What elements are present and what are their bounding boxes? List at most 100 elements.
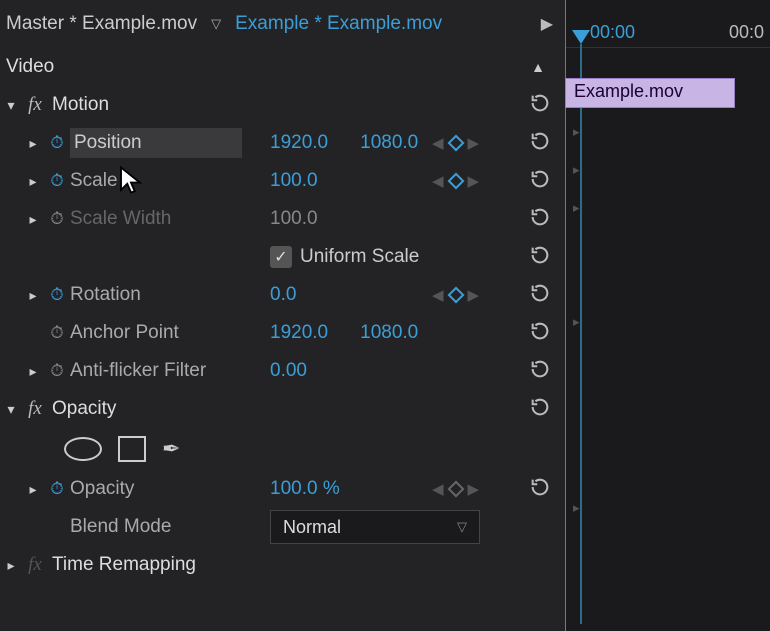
time-remapping-label: Time Remapping	[48, 554, 196, 576]
anchor-x-value[interactable]: 1920.0	[270, 322, 328, 344]
reset-opacity-icon[interactable]	[529, 476, 551, 503]
opacity-group-label: Opacity	[48, 398, 116, 420]
prop-uniform-scale: ▸ ✓ Uniform Scale	[0, 238, 565, 276]
reset-uniform-scale-icon[interactable]	[529, 244, 551, 271]
timecode-start: 00:00	[590, 22, 635, 43]
rect-mask-icon[interactable]	[118, 436, 146, 462]
playhead-icon[interactable]	[572, 30, 590, 44]
video-label: Video	[6, 56, 54, 78]
video-section-header: Video ▲	[0, 48, 565, 86]
twisty-open-icon[interactable]: ▾	[0, 97, 22, 114]
prop-scale[interactable]: ▸ ⏱ Scale 100.0 ◀ ▶	[0, 162, 565, 200]
reset-position-icon[interactable]	[529, 130, 551, 157]
stopwatch-icon[interactable]: ⏱	[44, 171, 70, 191]
scale-label: Scale	[70, 170, 118, 192]
opacity-label: Opacity	[70, 478, 134, 500]
fx-badge-icon[interactable]: fx	[22, 398, 48, 420]
twisty-icon[interactable]: ▸	[22, 173, 44, 190]
twisty-open-icon[interactable]: ▾	[0, 401, 22, 418]
timeline-key-marker: ▸	[573, 124, 580, 140]
position-y-value[interactable]: 1080.0	[360, 132, 418, 154]
time-ruler[interactable]: 00:00 00:0	[566, 0, 770, 48]
stopwatch-icon[interactable]: ⏱	[44, 361, 70, 381]
stopwatch-icon: ⏱	[44, 209, 70, 229]
prop-scale-width: ▸ ⏱ Scale Width 100.0	[0, 200, 565, 238]
reset-scale-icon[interactable]	[529, 168, 551, 195]
chevron-down-icon: ▽	[457, 519, 467, 535]
next-keyframe-icon[interactable]: ▶	[468, 286, 480, 304]
timecode-end: 00:0	[729, 22, 764, 43]
effect-opacity[interactable]: ▾ fx Opacity	[0, 390, 565, 428]
timeline-key-marker: ▸	[573, 314, 580, 330]
fx-badge-icon[interactable]: fx	[22, 94, 48, 116]
add-keyframe-icon[interactable]	[447, 135, 464, 152]
effect-motion[interactable]: ▾ fx Motion	[0, 86, 565, 124]
twisty-icon[interactable]: ▸	[22, 363, 44, 380]
prop-antiflicker[interactable]: ▸ ⏱ Anti-flicker Filter 0.00	[0, 352, 565, 390]
prop-anchor-point[interactable]: ▸ ⏱ Anchor Point 1920.0 1080.0	[0, 314, 565, 352]
playhead-line	[580, 44, 582, 624]
position-x-value[interactable]: 1920.0	[270, 132, 328, 154]
mask-tools: ✒	[0, 428, 565, 470]
next-keyframe-icon[interactable]: ▶	[468, 172, 480, 190]
add-keyframe-icon[interactable]	[447, 287, 464, 304]
opacity-value[interactable]: 100.0 %	[270, 478, 340, 500]
anchor-point-label: Anchor Point	[70, 322, 179, 344]
reset-scale-width-icon[interactable]	[529, 206, 551, 233]
stopwatch-icon[interactable]: ⏱	[44, 323, 70, 343]
anchor-y-value[interactable]: 1080.0	[360, 322, 418, 344]
prev-keyframe-icon[interactable]: ◀	[432, 172, 444, 190]
effect-controls-panel: Master * Example.mov ▽ Example * Example…	[0, 0, 565, 631]
next-keyframe-icon[interactable]: ▶	[468, 134, 480, 152]
blend-mode-value: Normal	[283, 517, 341, 538]
motion-label: Motion	[48, 94, 109, 116]
add-keyframe-icon[interactable]	[447, 173, 464, 190]
effect-time-remapping[interactable]: ▸ fx Time Remapping	[0, 546, 565, 584]
prop-opacity[interactable]: ▸ ⏱ Opacity 100.0 % ◀ ▶	[0, 470, 565, 508]
stopwatch-icon[interactable]: ⏱	[44, 285, 70, 305]
uniform-scale-label: Uniform Scale	[300, 246, 419, 268]
twisty-icon[interactable]: ▸	[22, 481, 44, 498]
keyframe-nav: ◀ ▶	[432, 480, 479, 498]
twisty-icon[interactable]: ▸	[0, 557, 22, 574]
clip-dropdown-icon[interactable]: ▽	[211, 16, 221, 32]
scale-width-label: Scale Width	[70, 208, 171, 230]
prop-rotation[interactable]: ▸ ⏱ Rotation 0.0 ◀ ▶	[0, 276, 565, 314]
clip-header: Master * Example.mov ▽ Example * Example…	[0, 0, 565, 48]
twisty-icon[interactable]: ▸	[22, 287, 44, 304]
rotation-value[interactable]: 0.0	[270, 284, 296, 306]
prop-position[interactable]: ▸ ⏱ Position 1920.0 1080.0 ◀ ▶	[0, 124, 565, 162]
position-label: Position	[74, 132, 142, 153]
reset-anchor-icon[interactable]	[529, 320, 551, 347]
reset-rotation-icon[interactable]	[529, 282, 551, 309]
collapse-icon[interactable]: ▲	[531, 59, 545, 75]
antiflicker-label: Anti-flicker Filter	[70, 360, 206, 382]
twisty-icon[interactable]: ▸	[22, 135, 44, 152]
prev-keyframe-icon[interactable]: ◀	[432, 134, 444, 152]
next-keyframe-icon[interactable]: ▶	[468, 480, 480, 498]
timeline-key-marker: ▸	[573, 162, 580, 178]
keyframe-nav: ◀ ▶	[432, 286, 479, 304]
twisty-icon[interactable]: ▸	[22, 211, 44, 228]
active-clip-label[interactable]: Example * Example.mov	[235, 13, 442, 35]
uniform-scale-checkbox[interactable]: ✓	[270, 246, 292, 268]
scale-value[interactable]: 100.0	[270, 170, 318, 192]
prev-keyframe-icon[interactable]: ◀	[432, 480, 444, 498]
stopwatch-icon[interactable]: ⏱	[44, 479, 70, 499]
prev-keyframe-icon[interactable]: ◀	[432, 286, 444, 304]
stopwatch-icon[interactable]: ⏱	[44, 133, 70, 153]
prop-blend-mode[interactable]: ▸ Blend Mode Normal ▽	[0, 508, 565, 546]
timeline-clip-bar[interactable]: Example.mov	[565, 78, 735, 108]
pen-mask-icon[interactable]: ✒	[162, 436, 180, 462]
ellipse-mask-icon[interactable]	[64, 437, 102, 461]
master-clip-label: Master * Example.mov	[6, 13, 197, 35]
reset-opacity-group-icon[interactable]	[529, 396, 551, 423]
reset-motion-icon[interactable]	[529, 92, 551, 119]
fx-badge-icon[interactable]: fx	[22, 554, 48, 576]
reset-antiflicker-icon[interactable]	[529, 358, 551, 385]
blend-mode-select[interactable]: Normal ▽	[270, 510, 480, 544]
scale-width-value: 100.0	[270, 208, 318, 230]
play-icon[interactable]: ▶	[541, 14, 553, 34]
antiflicker-value[interactable]: 0.00	[270, 360, 307, 382]
add-keyframe-icon[interactable]	[447, 481, 464, 498]
